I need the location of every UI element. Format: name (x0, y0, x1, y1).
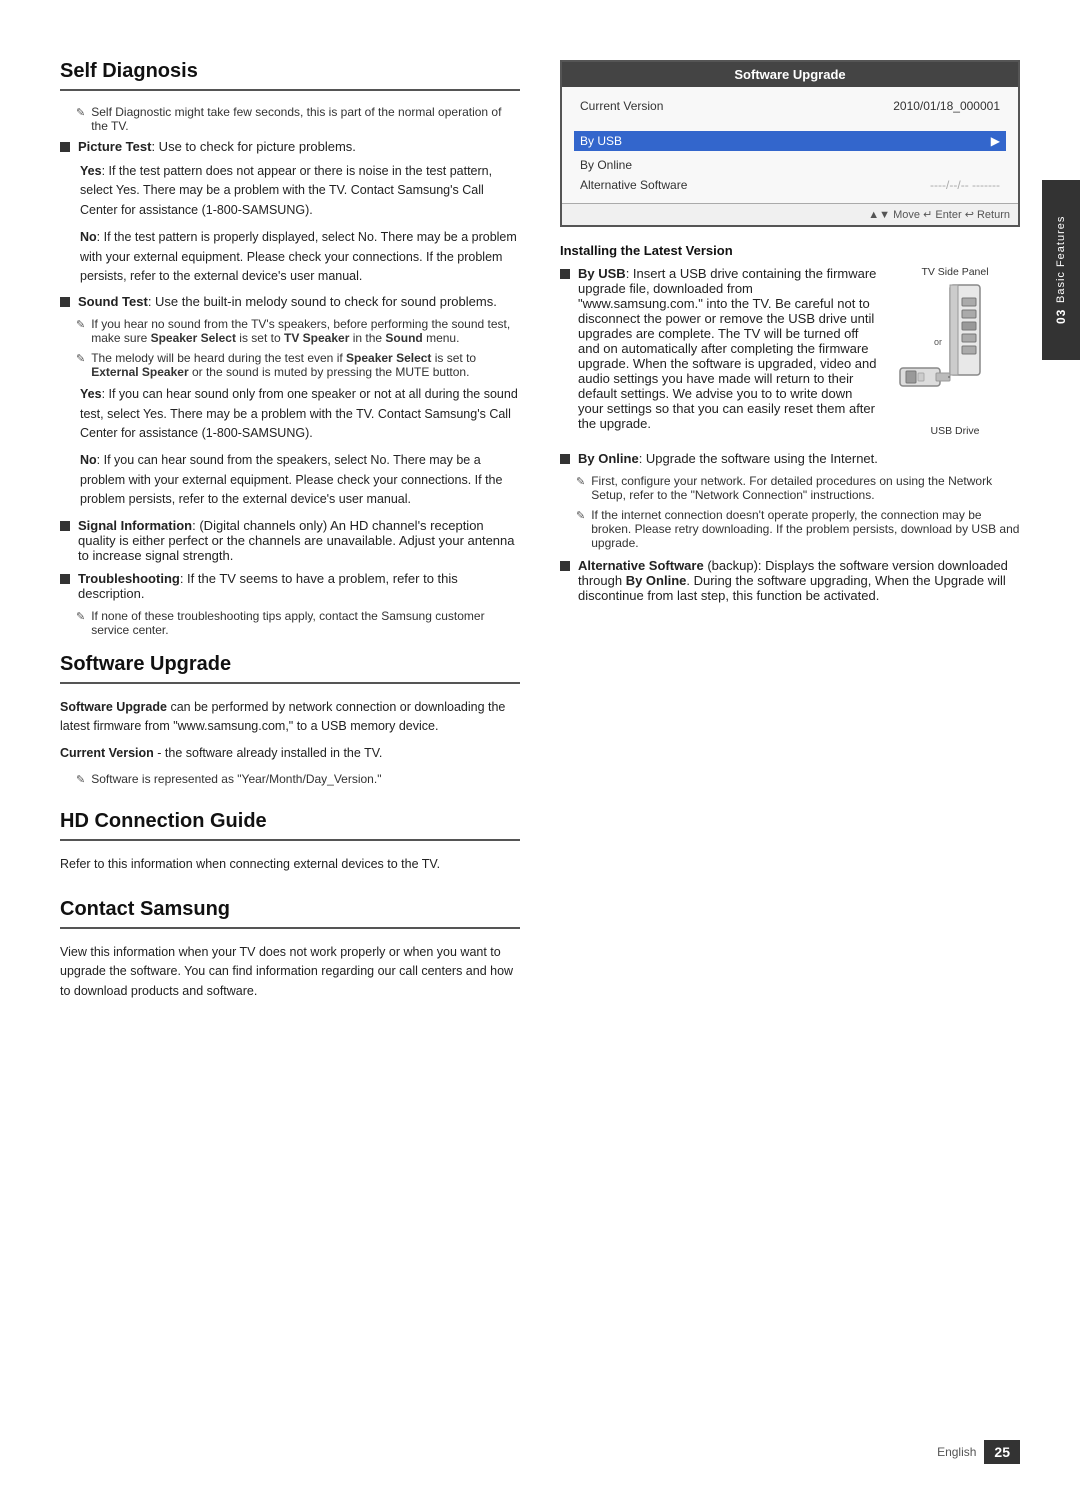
sw-current-version-row: Current Version 2010/01/18_000001 (574, 95, 1006, 117)
sound-sub2-text: The melody will be heard during the test… (91, 351, 520, 379)
picture-test-item: Picture Test: Use to check for picture p… (60, 139, 520, 154)
tv-diagram-area: TV Side Panel (890, 266, 1020, 437)
sound-test-item: Sound Test: Use the built-in melody soun… (60, 294, 520, 309)
installing-title: Installing the Latest Version (560, 243, 1020, 258)
online-sub2: ✎ If the internet connection doesn't ope… (576, 508, 1020, 550)
sw-current-value: 2010/01/18_000001 (893, 99, 1000, 113)
sound-sub1: ✎ If you hear no sound from the TV's spe… (76, 317, 520, 345)
sw-alt-software-label: Alternative Software (580, 178, 687, 192)
pencil-icon-online2: ✎ (576, 509, 585, 550)
chapter-tab: 03 Basic Features (1042, 180, 1080, 360)
pencil-icon-sound1: ✎ (76, 318, 85, 345)
self-diagnosis-section: Self Diagnosis ✎ Self Diagnostic might t… (60, 60, 520, 637)
by-online-text: By Online: Upgrade the software using th… (578, 451, 1020, 466)
hd-connection-text: Refer to this information when connectin… (60, 855, 520, 874)
contact-samsung-title: Contact Samsung (60, 898, 520, 929)
online-sub2-text: If the internet connection doesn't opera… (591, 508, 1020, 550)
pencil-icon-intro: ✎ (76, 106, 85, 133)
sw-by-online-row[interactable]: By Online (574, 155, 1006, 175)
trouble-sub1-text: If none of these troubleshooting tips ap… (91, 609, 520, 637)
bullet-square-online (560, 454, 570, 464)
self-diagnosis-intro-item: ✎ Self Diagnostic might take few seconds… (76, 105, 520, 133)
content-area: Self Diagnosis ✎ Self Diagnostic might t… (60, 60, 1020, 1434)
hd-connection-title: HD Connection Guide (60, 810, 520, 841)
contact-samsung-text: View this information when your TV does … (60, 943, 520, 1001)
self-diagnosis-intro-text: Self Diagnostic might take few seconds, … (91, 105, 520, 133)
sound-test-yes: Yes: If you can hear sound only from one… (80, 385, 520, 443)
signal-info-text: Signal Information: (Digital channels on… (78, 518, 520, 563)
by-usb-text: By USB: Insert a USB drive containing th… (578, 266, 880, 431)
usb-drive-label: USB Drive (890, 425, 1020, 437)
sound-test-no: No: If you can hear sound from the speak… (80, 451, 520, 509)
two-column-layout: Self Diagnosis ✎ Self Diagnostic might t… (60, 60, 1020, 1009)
pencil-icon-trouble: ✎ (76, 610, 85, 637)
page-container: 03 Basic Features Self Diagnosis ✎ Self … (0, 0, 1080, 1494)
tv-panel-svg: or (890, 280, 1010, 420)
contact-samsung-section: Contact Samsung View this information wh… (60, 898, 520, 1001)
by-usb-bullet: By USB: Insert a USB drive containing th… (560, 266, 880, 431)
sw-alt-software-value: ----/--/-- ------- (930, 178, 1000, 192)
pencil-icon-sw: ✎ (76, 773, 85, 786)
picture-test-text: Picture Test: Use to check for picture p… (78, 139, 520, 154)
picture-test-yes: Yes: If the test pattern does not appear… (80, 162, 520, 220)
bullet-square-trouble (60, 574, 70, 584)
signal-info-item: Signal Information: (Digital channels on… (60, 518, 520, 563)
software-note-text: Software is represented as "Year/Month/D… (91, 772, 520, 786)
software-upgrade-intro: Software Upgrade can be performed by net… (60, 698, 520, 737)
sw-box-body: Current Version 2010/01/18_000001 By USB… (562, 87, 1018, 203)
sw-alt-software-row[interactable]: Alternative Software ----/--/-- ------- (574, 175, 1006, 195)
online-sub1: ✎ First, configure your network. For det… (576, 474, 1020, 502)
svg-text:or: or (934, 337, 942, 347)
left-column: Self Diagnosis ✎ Self Diagnostic might t… (60, 60, 520, 1009)
trouble-sub1: ✎ If none of these troubleshooting tips … (76, 609, 520, 637)
software-upgrade-box: Software Upgrade Current Version 2010/01… (560, 60, 1020, 227)
pencil-icon-sound2: ✎ (76, 352, 85, 379)
software-upgrade-title-left: Software Upgrade (60, 653, 520, 684)
current-version-note: Current Version - the software already i… (60, 744, 520, 763)
bullet-square-alt (560, 561, 570, 571)
sound-test-text: Sound Test: Use the built-in melody soun… (78, 294, 520, 309)
pencil-icon-online1: ✎ (576, 475, 585, 502)
alt-software-bullet: Alternative Software (backup): Displays … (560, 558, 1020, 603)
picture-test-label: Picture Test: Use to check for picture p… (78, 139, 356, 154)
installing-section: Installing the Latest Version TV Side Pa… (560, 243, 1020, 603)
sw-by-usb-label: By USB (580, 134, 622, 148)
sound-sub1-text: If you hear no sound from the TV's speak… (91, 317, 520, 345)
picture-test-no: No: If the test pattern is properly disp… (80, 228, 520, 286)
sw-by-usb-row[interactable]: By USB ▶ (574, 131, 1006, 151)
bullet-square-picture (60, 142, 70, 152)
alt-software-text: Alternative Software (backup): Displays … (578, 558, 1020, 603)
sw-box-footer: ▲▼ Move ↵ Enter ↩ Return (562, 203, 1018, 225)
bullet-square-sound (60, 297, 70, 307)
right-column: Software Upgrade Current Version 2010/01… (560, 60, 1020, 1009)
sw-box-header: Software Upgrade (562, 62, 1018, 87)
page-footer: English 25 (937, 1440, 1020, 1464)
bullet-square-signal (60, 521, 70, 531)
chapter-number: 03 (1054, 309, 1068, 324)
online-sub1-text: First, configure your network. For detai… (591, 474, 1020, 502)
software-note-item: ✎ Software is represented as "Year/Month… (76, 772, 520, 786)
sound-sub2: ✎ The melody will be heard during the te… (76, 351, 520, 379)
by-online-bullet: By Online: Upgrade the software using th… (560, 451, 1020, 466)
software-upgrade-left: Software Upgrade Software Upgrade can be… (60, 653, 520, 786)
sw-by-online-label: By Online (580, 158, 632, 172)
tv-side-panel-label: TV Side Panel (890, 266, 1020, 278)
troubleshooting-item: Troubleshooting: If the TV seems to have… (60, 571, 520, 601)
by-usb-section: TV Side Panel (560, 266, 1020, 443)
page-number: 25 (984, 1440, 1020, 1464)
sw-current-key: Current Version (580, 99, 663, 113)
self-diagnosis-title: Self Diagnosis (60, 60, 520, 91)
chapter-label: Basic Features (1055, 216, 1067, 303)
troubleshooting-text: Troubleshooting: If the TV seems to have… (78, 571, 520, 601)
bullet-square-usb (560, 269, 570, 279)
page-language: English (937, 1445, 976, 1459)
hd-connection-section: HD Connection Guide Refer to this inform… (60, 810, 520, 874)
sw-by-usb-arrow: ▶ (991, 134, 1000, 148)
